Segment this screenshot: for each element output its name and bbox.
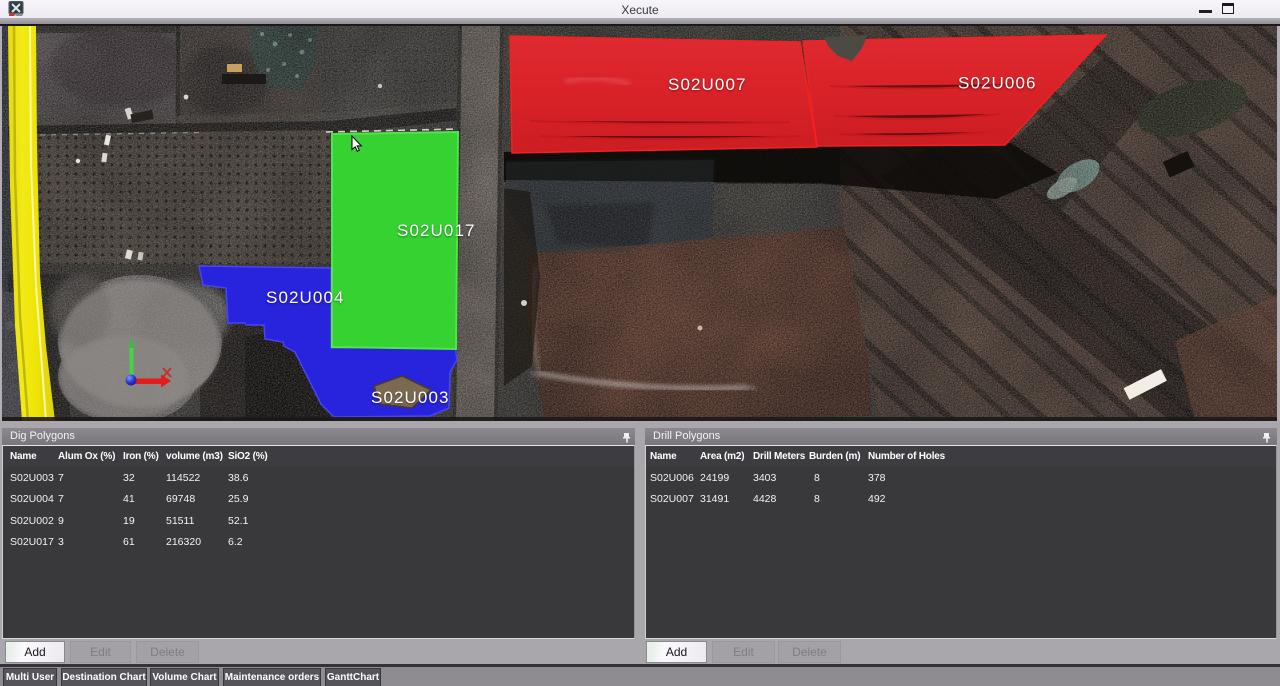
svg-text:S02U003: S02U003: [371, 388, 450, 407]
svg-text:S02U004: S02U004: [266, 288, 345, 307]
svg-text:S02U007: S02U007: [668, 75, 747, 94]
svg-text:S02U006: S02U006: [958, 74, 1037, 93]
svg-text:S02U017: S02U017: [397, 221, 476, 240]
